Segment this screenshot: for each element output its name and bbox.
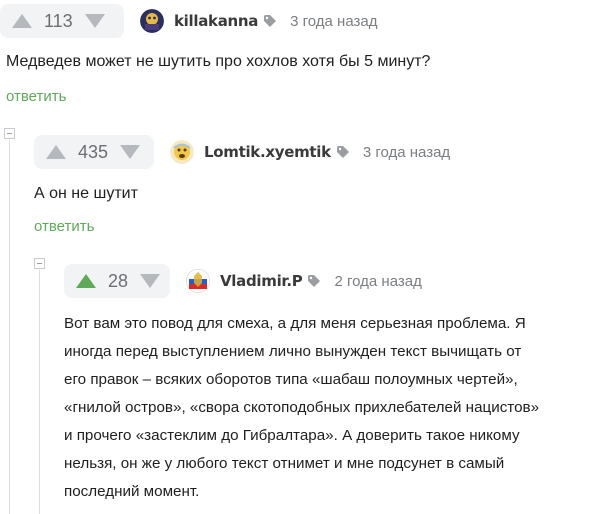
downvote-icon[interactable] <box>140 274 161 288</box>
comment-text-line: Вот вам это повод для смеха, а для меня … <box>64 315 526 332</box>
username[interactable]: Lomtik.xyemtik <box>204 143 331 161</box>
comment-text-line: «гнилой остров», «свора скотоподобных пр… <box>64 399 540 416</box>
tag-icon[interactable] <box>264 15 277 27</box>
tag-icon[interactable] <box>308 275 321 287</box>
thread-branch-line[interactable] <box>39 270 40 514</box>
upvote-icon[interactable] <box>46 145 66 159</box>
collapse-minus-icon[interactable] <box>34 258 45 269</box>
avatar[interactable] <box>170 140 194 164</box>
upvote-icon[interactable] <box>12 14 32 28</box>
avatar[interactable] <box>186 269 210 293</box>
downvote-icon[interactable] <box>120 145 141 159</box>
comment-text: А он не шутит <box>34 185 138 202</box>
username[interactable]: killakanna <box>174 12 258 30</box>
thread-branch-line[interactable] <box>9 140 10 514</box>
timestamp[interactable]: 2 года назад <box>334 273 421 290</box>
comment-text-line: и прочего «застеклим до Гибралтара». А д… <box>64 427 520 444</box>
vote-count: 435 <box>78 141 109 162</box>
reply-link[interactable]: ответить <box>34 218 94 235</box>
username[interactable]: Vladimir.P <box>220 272 303 290</box>
avatar[interactable] <box>140 9 164 33</box>
comment-author: Vladimir.P 2 года назад <box>186 264 422 298</box>
downvote-icon[interactable] <box>84 14 105 28</box>
collapse-minus-icon[interactable] <box>4 128 15 139</box>
vote-box: 28 <box>64 264 170 298</box>
timestamp[interactable]: 3 года назад <box>363 144 450 161</box>
vote-box: 113 <box>0 4 124 38</box>
comment-text-line: нельзя, он же у любого текст отнимет и м… <box>64 455 505 472</box>
vote-box: 435 <box>34 135 154 169</box>
comment-text: Медведев может не шутить про хохлов хотя… <box>6 53 431 70</box>
comment-text-line: иногда перед выступлением лично вынужден… <box>64 343 522 360</box>
tag-icon[interactable] <box>336 146 349 158</box>
vote-count: 28 <box>108 270 129 291</box>
reply-link[interactable]: ответить <box>6 88 66 105</box>
comment-text-line: его правок – всяких оборотов типа «шабаш… <box>64 371 518 388</box>
comment-author: Lomtik.xyemtik 3 года назад <box>170 135 450 169</box>
upvote-icon[interactable] <box>76 274 96 288</box>
comment-author: killakanna 3 года назад <box>140 4 377 38</box>
vote-count: 113 <box>44 10 73 31</box>
comment-text-line: последний момент. <box>64 483 200 500</box>
timestamp[interactable]: 3 года назад <box>290 13 377 30</box>
comment-text: Вот вам это повод для смеха, а для меня … <box>64 310 600 506</box>
